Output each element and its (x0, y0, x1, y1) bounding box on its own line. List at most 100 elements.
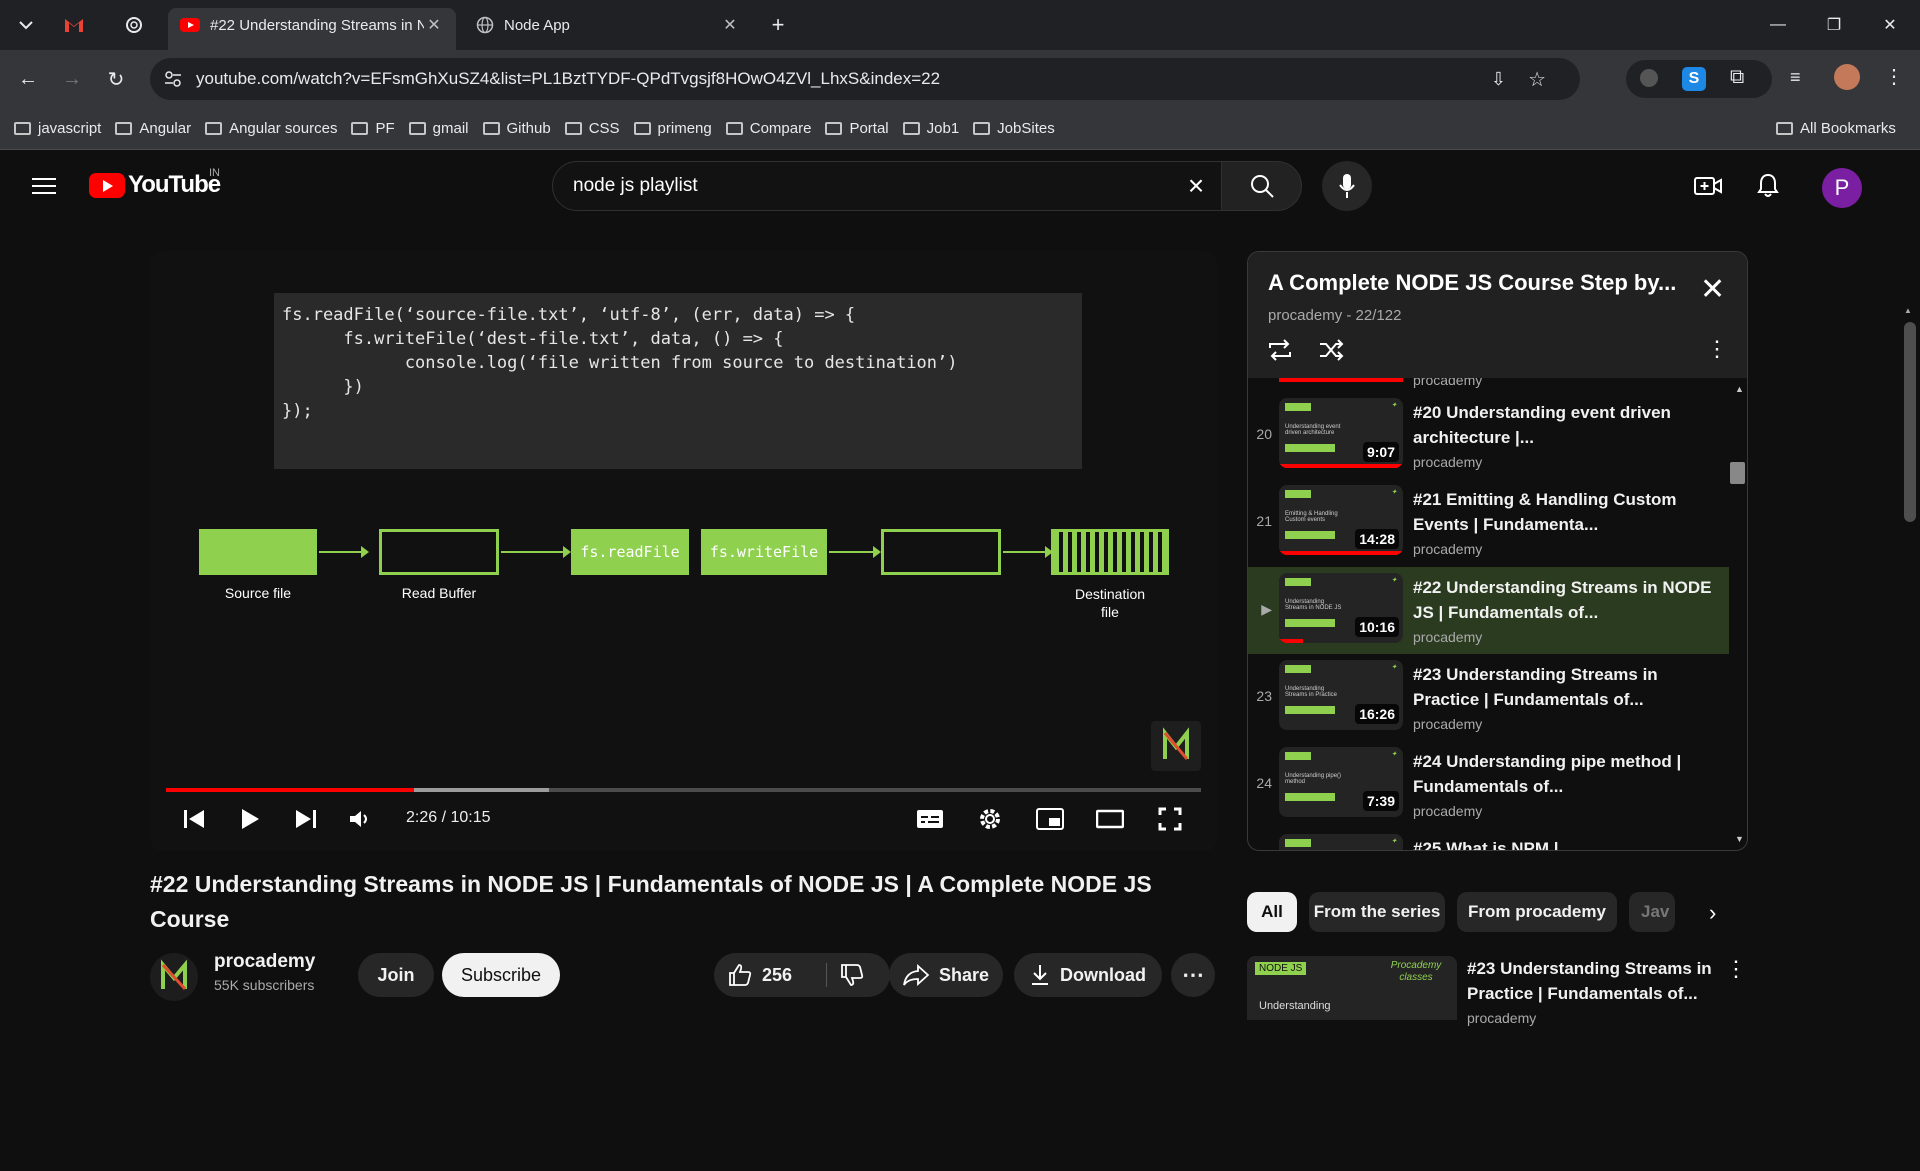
install-app-icon[interactable]: ⇩ (1491, 69, 1506, 90)
youtube-logo[interactable]: YouTube IN (89, 167, 221, 199)
url-text: youtube.com/watch?v=EFsmGhXuSZ4&list=PL1… (196, 69, 941, 88)
scroll-down-icon[interactable]: ▼ (1735, 834, 1744, 844)
playlist-title[interactable]: A Complete NODE JS Course Step by... (1268, 270, 1676, 296)
playlist-menu-icon[interactable]: ⋮ (1706, 336, 1728, 362)
bookmark-folder[interactable]: primeng (633, 120, 712, 137)
close-tab-icon[interactable]: ✕ (720, 15, 740, 35)
new-tab-button[interactable]: + (760, 8, 796, 42)
hamburger-menu-icon[interactable] (30, 173, 58, 199)
puzzle-icon[interactable]: ⧉ (1730, 66, 1744, 89)
clear-search-icon[interactable]: × (1171, 170, 1221, 202)
playlist-item-thumbnail: ✦ (1279, 834, 1403, 850)
chip-from-procademy[interactable]: From procademy (1457, 892, 1617, 932)
loop-icon[interactable] (1266, 338, 1294, 362)
page-scrollbar[interactable]: ▲ (1900, 302, 1920, 1171)
profile-avatar[interactable] (1834, 64, 1860, 90)
playlist-item[interactable]: 20 ✦ Understanding event driven architectu… (1248, 392, 1729, 479)
miniplayer-button[interactable] (1030, 799, 1070, 839)
bookmark-folder[interactable]: gmail (408, 120, 469, 137)
channel-avatar[interactable] (150, 953, 198, 1001)
join-button[interactable]: Join (358, 953, 434, 997)
tab-node-app[interactable]: Node App ✕ (464, 8, 752, 42)
close-playlist-icon[interactable]: ✕ (1700, 272, 1725, 307)
like-button[interactable]: 256 (728, 963, 792, 987)
scroll-up-icon[interactable]: ▲ (1735, 384, 1744, 394)
bookmark-folder[interactable]: Angular (115, 120, 191, 137)
bookmark-folder[interactable]: javascript (14, 120, 101, 137)
bookmark-star-icon[interactable]: ☆ (1528, 67, 1546, 92)
bookmark-folder[interactable]: PF (351, 120, 395, 137)
play-button[interactable] (230, 799, 270, 839)
video-player[interactable]: fs.readFile(‘source-file.txt’, ‘utf-8’, … (150, 251, 1217, 851)
minimize-button[interactable]: — (1750, 0, 1806, 50)
voice-search-button[interactable] (1322, 161, 1372, 211)
all-bookmarks-button[interactable]: All Bookmarks (1776, 120, 1896, 137)
previous-button[interactable] (174, 799, 214, 839)
scrollbar-thumb[interactable] (1904, 322, 1916, 522)
bookmark-folder[interactable]: Portal (825, 120, 889, 137)
playlist-item[interactable]: ✦ #25 What is NPM | (1248, 828, 1729, 850)
progress-bar[interactable] (166, 788, 1201, 792)
share-icon (903, 964, 929, 986)
theater-mode-button[interactable] (1090, 799, 1130, 839)
account-avatar[interactable]: P (1822, 168, 1862, 208)
playlist-item[interactable]: 21 ✦ Emitting & Handling Custom events 14:2… (1248, 479, 1729, 566)
playlist-item[interactable]: 23 ✦ Understanding Streams in Practice 16:2… (1248, 654, 1729, 741)
channel-name: procademy (1413, 378, 1483, 388)
share-button[interactable]: Share (889, 953, 1003, 997)
notifications-button[interactable] (1750, 168, 1786, 204)
search-button[interactable] (1222, 161, 1302, 211)
download-button[interactable]: Download (1014, 953, 1162, 997)
playlist-scrollbar-thumb[interactable] (1730, 462, 1745, 484)
recommended-video[interactable]: NODE JS Procademy classes Understanding … (1247, 956, 1748, 1026)
more-vertical-icon[interactable]: ⋮ (1725, 956, 1747, 982)
pinned-tab-gmail[interactable] (56, 8, 92, 42)
bookmark-folder[interactable]: CSS (564, 120, 620, 137)
bookmark-folder[interactable]: Angular sources (205, 120, 337, 137)
back-button[interactable]: ← (10, 61, 46, 97)
extension-icon[interactable] (1640, 69, 1658, 87)
folder-icon (902, 122, 920, 135)
fullscreen-button[interactable] (1150, 799, 1190, 839)
chip-javascript[interactable]: Jav (1629, 892, 1675, 932)
search-box[interactable]: node js playlist × (552, 161, 1222, 211)
bookmark-folder[interactable]: JobSites (973, 120, 1055, 137)
channel-watermark-icon[interactable] (1151, 721, 1201, 771)
subscribe-button[interactable]: Subscribe (442, 953, 560, 997)
playlist-item[interactable]: ▶ ✦ Understanding Streams in NODE JS 10:16 #… (1248, 567, 1729, 654)
mute-button[interactable] (340, 799, 380, 839)
s-extension-icon[interactable]: S (1682, 67, 1706, 91)
folder-icon (564, 122, 582, 135)
close-window-button[interactable]: ✕ (1862, 0, 1918, 50)
reload-button[interactable]: ↻ (98, 61, 134, 97)
pinned-tab-chatgpt[interactable] (116, 8, 152, 42)
flow-arrow (1003, 546, 1053, 558)
next-button[interactable] (286, 799, 326, 839)
shuffle-icon[interactable] (1318, 338, 1346, 362)
settings-button[interactable] (970, 799, 1010, 839)
dislike-button[interactable] (840, 963, 864, 992)
duration-badge: 9:07 (1362, 442, 1399, 462)
tab-search-menu-button[interactable] (8, 8, 44, 42)
scroll-up-icon[interactable]: ▲ (1904, 306, 1912, 315)
chevron-right-icon[interactable]: › (1709, 900, 1716, 926)
bookmark-folder[interactable]: Github (482, 120, 551, 137)
bookmark-folder[interactable]: Job1 (902, 120, 959, 137)
media-control-icon[interactable]: ≡ (1790, 67, 1801, 88)
channel-name[interactable]: procademy (214, 951, 315, 973)
browser-menu-icon[interactable]: ⋮ (1884, 64, 1904, 89)
search-input[interactable]: node js playlist (573, 175, 1171, 197)
address-bar[interactable]: youtube.com/watch?v=EFsmGhXuSZ4&list=PL1… (150, 58, 1580, 100)
chip-from-series[interactable]: From the series (1309, 892, 1445, 932)
bookmark-folder[interactable]: Compare (725, 120, 811, 137)
playlist-item[interactable]: 24 ✦ Understanding pipe() method 7:39 #24 Un… (1248, 741, 1729, 828)
restore-button[interactable]: ❐ (1806, 0, 1862, 50)
chip-all[interactable]: All (1247, 892, 1297, 932)
subtitles-button[interactable] (910, 799, 950, 839)
forward-button[interactable]: → (54, 61, 90, 97)
tab-youtube-video[interactable]: #22 Understanding Streams in NODE JS ✕ (168, 8, 456, 50)
create-button[interactable] (1690, 168, 1726, 204)
restore-icon: ❐ (1826, 17, 1842, 34)
more-actions-button[interactable]: ⋯ (1171, 953, 1215, 997)
close-tab-icon[interactable]: ✕ (424, 15, 444, 35)
